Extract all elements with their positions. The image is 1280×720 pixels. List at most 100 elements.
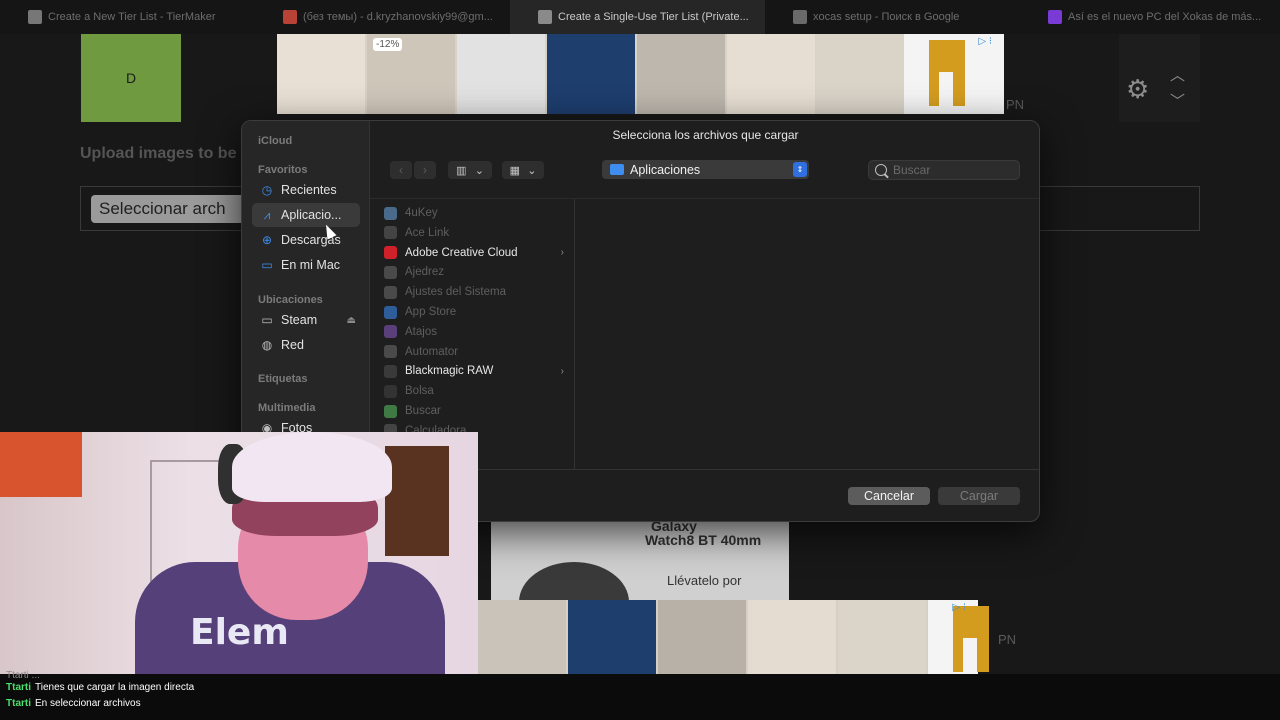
app-icon bbox=[384, 345, 397, 359]
app-icon bbox=[384, 384, 397, 398]
chat-username: Ttarti bbox=[6, 682, 31, 693]
ad-label: PN bbox=[1006, 97, 1025, 112]
tab-title: Create a New Tier List - TierMaker bbox=[48, 11, 216, 23]
ad-choices-icon[interactable]: ▷ ⁝ bbox=[978, 36, 992, 47]
file-column: 4uKey Ace Link Adobe Creative Cloud › Ajedre… bbox=[370, 199, 575, 469]
tier-row-d-label[interactable]: D bbox=[81, 34, 181, 122]
file-name: Ajustes del Sistema bbox=[405, 286, 506, 299]
ad-image bbox=[457, 34, 545, 114]
bunny-hat bbox=[232, 432, 392, 502]
file-list-item: Buscar bbox=[384, 402, 564, 420]
file-list-item: Automator bbox=[384, 343, 564, 361]
sidebar-heading-icloud[interactable]: iCloud bbox=[258, 135, 292, 147]
chat-username: Ttarti bbox=[6, 698, 31, 709]
chat-partial-line: Ttarti ... bbox=[6, 670, 40, 678]
sidebar-heading-favorites: Favoritos bbox=[258, 164, 308, 176]
forward-button[interactable]: › bbox=[414, 161, 436, 179]
webcam-overlay: Elem bbox=[0, 432, 478, 674]
sidebar-item-label: Recientes bbox=[281, 183, 337, 197]
ad-text: Llévatelo por bbox=[667, 573, 742, 588]
eject-icon[interactable]: ⏏ bbox=[347, 315, 356, 326]
sidebar-item-en-mi-mac[interactable]: ▭ En mi Mac bbox=[252, 253, 360, 277]
file-name: Buscar bbox=[405, 405, 441, 417]
file-list-item: Ajedrez bbox=[384, 263, 564, 281]
ad-image bbox=[817, 34, 905, 114]
app-store-icon: ⩘ bbox=[263, 207, 271, 222]
cancel-button[interactable]: Cancelar bbox=[848, 487, 930, 505]
tab-title: Create a Single-Use Tier List (Private..… bbox=[558, 11, 749, 23]
sidebar-heading-media: Multimedia bbox=[258, 402, 316, 414]
sidebar-heading-tags[interactable]: Etiquetas bbox=[258, 373, 308, 385]
sidebar-item-label: Aplicacio... bbox=[281, 208, 342, 222]
file-name: Automator bbox=[405, 345, 459, 358]
back-button[interactable]: ‹ bbox=[390, 161, 412, 179]
group-view-button[interactable]: ▦ ⌄ bbox=[502, 161, 544, 179]
file-list-item[interactable]: Blackmagic RAW › bbox=[384, 362, 564, 380]
app-icon bbox=[384, 364, 397, 378]
tab-title: xocas setup - Поиск в Google bbox=[813, 11, 960, 23]
drive-icon: ▭ bbox=[261, 313, 273, 327]
ad-banner-top[interactable]: -12% ▷ ⁝ bbox=[277, 34, 1004, 114]
clock-icon: ◷ bbox=[261, 183, 273, 197]
browser-tab[interactable]: Create a New Tier List - TierMaker bbox=[0, 0, 255, 34]
chat-message: Ttarti En seleccionar archivos bbox=[6, 698, 141, 709]
ad-image bbox=[547, 34, 635, 114]
sidebar-item-aplicacio[interactable]: ⩘ Aplicacio... bbox=[252, 203, 360, 227]
file-name: Bolsa bbox=[405, 385, 434, 398]
browser-tab[interactable]: Create a Single-Use Tier List (Private..… bbox=[510, 0, 765, 34]
upload-images-heading: Upload images to be bbox=[80, 145, 237, 162]
ad-image bbox=[838, 600, 926, 680]
file-name: 4uKey bbox=[405, 207, 438, 219]
search-input[interactable] bbox=[893, 163, 1013, 177]
ad-logo: ▷ ⁝ bbox=[928, 600, 989, 680]
sidebar-item-red[interactable]: ◍ Red bbox=[252, 333, 360, 357]
location-popup[interactable]: Aplicaciones ⇕ bbox=[602, 160, 809, 179]
file-list-item[interactable]: Adobe Creative Cloud › bbox=[384, 244, 564, 262]
file-name: App Store bbox=[405, 306, 457, 318]
ad-text: Watch8 BT 40mm bbox=[645, 532, 762, 548]
app-icon bbox=[384, 226, 397, 240]
browser-tab-bar: Create a New Tier List - TierMaker (без т… bbox=[0, 0, 1280, 34]
tab-favicon-icon bbox=[793, 10, 807, 24]
ad-image bbox=[277, 34, 365, 114]
sidebar-item-steam[interactable]: ▭ Steam ⏏ bbox=[252, 308, 360, 332]
file-name: Ace Link bbox=[405, 226, 450, 239]
browser-tab[interactable]: (без темы) - d.kryzhanovskiy99@gm... bbox=[255, 0, 510, 34]
file-list-item: Atajos bbox=[384, 323, 564, 341]
search-icon bbox=[875, 164, 887, 176]
poster bbox=[385, 446, 449, 556]
ad-banner-bottom[interactable]: ▷ ⁝ bbox=[478, 600, 989, 680]
sidebar-item-descargas[interactable]: ⊕ Descargas bbox=[252, 228, 360, 252]
discount-badge: -12% bbox=[373, 38, 403, 51]
search-box bbox=[868, 160, 1020, 180]
chevron-down-icon: ⌄ bbox=[474, 164, 484, 177]
app-icon bbox=[384, 265, 397, 279]
chevron-down-icon: ⌄ bbox=[527, 164, 537, 177]
app-icon bbox=[384, 206, 397, 220]
column-view-button[interactable]: ▥ ⌄ bbox=[448, 161, 492, 179]
chevron-down-icon[interactable]: ﹀ bbox=[1170, 90, 1185, 111]
sidebar-item-label: En mi Mac bbox=[281, 258, 341, 272]
file-name: Atajos bbox=[405, 325, 437, 338]
chevron-up-icon[interactable]: ︿ bbox=[1170, 64, 1185, 85]
disclosure-arrow-icon: › bbox=[560, 365, 564, 377]
choose-files-button[interactable]: Seleccionar arch bbox=[91, 195, 251, 223]
file-list-item: App Store bbox=[384, 303, 564, 321]
ad-image bbox=[748, 600, 836, 680]
gear-icon[interactable]: ⚙ bbox=[1126, 74, 1149, 105]
file-name: Adobe Creative Cloud bbox=[405, 246, 518, 259]
browser-tab[interactable]: Así es el nuevo PC del Xokas de más... bbox=[1020, 0, 1280, 34]
flag-decoration bbox=[0, 432, 82, 497]
app-icon bbox=[384, 404, 397, 418]
ad-choices-icon[interactable]: ▷ ⁝ bbox=[952, 602, 966, 613]
ad-image bbox=[637, 34, 725, 114]
sidebar-item-label: Steam bbox=[281, 313, 318, 327]
browser-tab[interactable]: xocas setup - Поиск в Google bbox=[765, 0, 1020, 34]
tab-favicon-icon bbox=[538, 10, 552, 24]
tab-favicon-icon bbox=[283, 10, 297, 24]
load-button[interactable]: Cargar bbox=[938, 487, 1020, 505]
sidebar-item-recientes[interactable]: ◷ Recientes bbox=[252, 178, 360, 202]
chat-text: En seleccionar archivos bbox=[35, 698, 141, 709]
ad-image bbox=[727, 34, 815, 114]
folder-icon bbox=[610, 164, 624, 175]
